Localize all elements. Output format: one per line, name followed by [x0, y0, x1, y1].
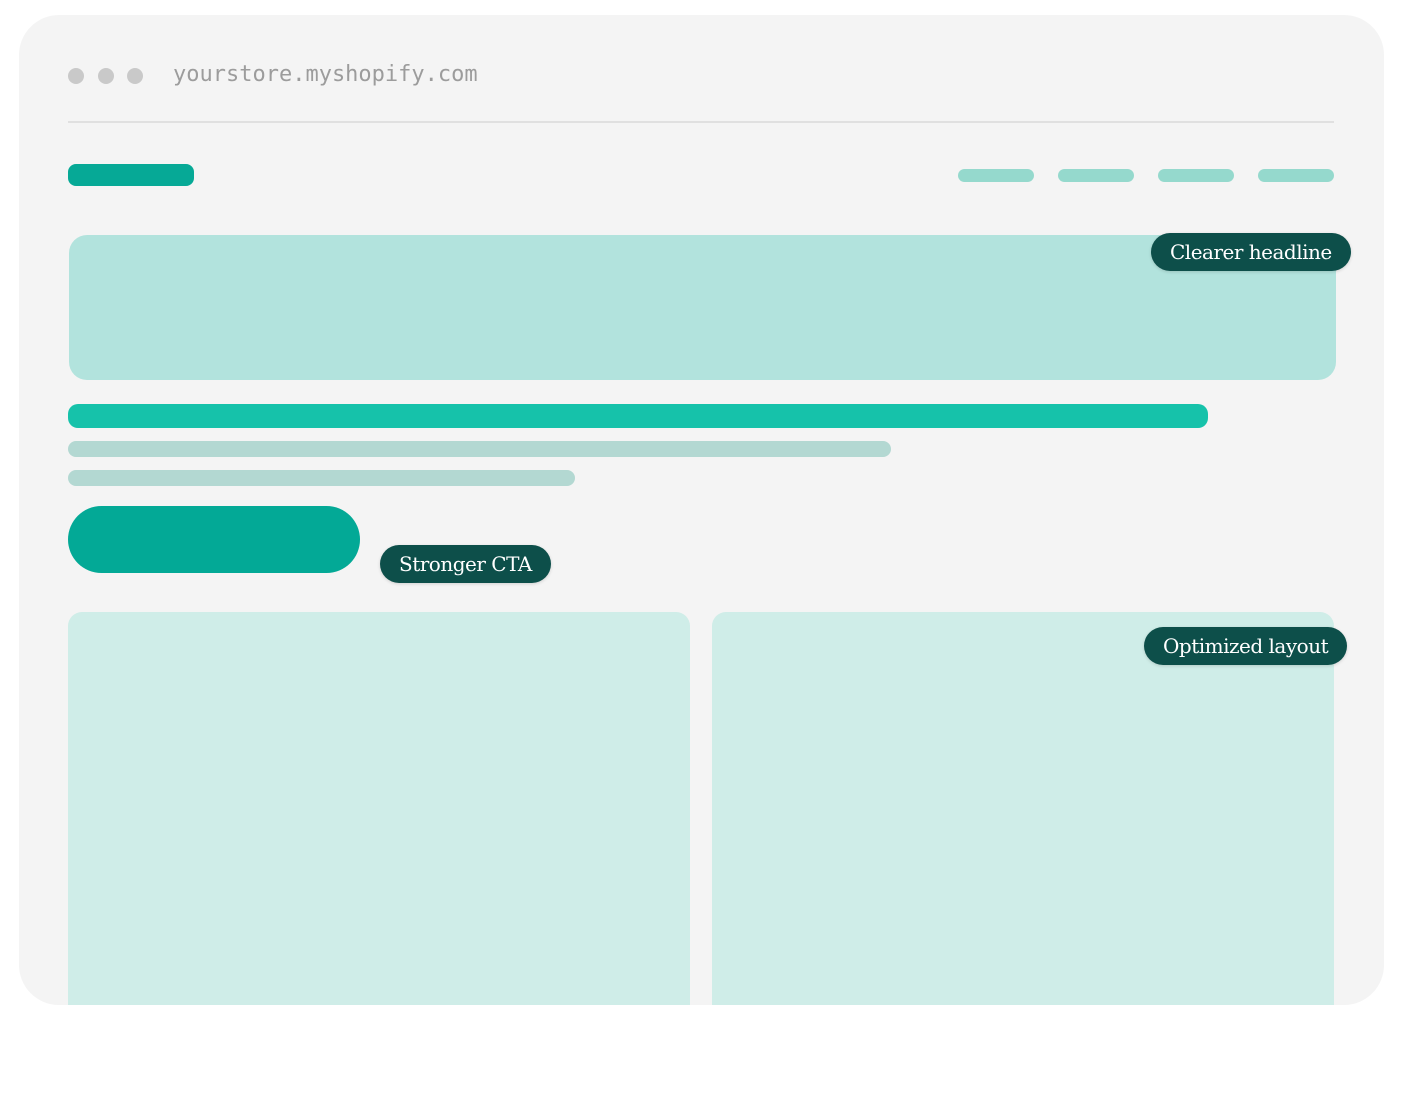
hero-banner-placeholder [69, 235, 1336, 380]
stronger-cta-tag: Stronger CTA [380, 545, 551, 583]
product-card-placeholder-right[interactable] [712, 612, 1334, 1005]
address-bar-url[interactable]: yourstore.myshopify.com [173, 59, 478, 91]
window-minimize-dot[interactable] [98, 68, 114, 84]
address-bar-divider [68, 121, 1334, 123]
body-text-placeholder-2 [68, 470, 575, 486]
store-logo-placeholder[interactable] [68, 164, 194, 186]
cta-button-placeholder[interactable] [68, 506, 360, 573]
nav-link-placeholder-1[interactable] [958, 169, 1034, 182]
browser-window: yourstore.myshopify.com Clearer headline… [19, 15, 1384, 1005]
headline-placeholder [68, 404, 1208, 428]
product-card-placeholder-left[interactable] [68, 612, 690, 1005]
optimized-layout-tag: Optimized layout [1144, 627, 1348, 665]
nav-link-placeholder-4[interactable] [1258, 169, 1334, 182]
window-maximize-dot[interactable] [127, 68, 143, 84]
window-close-dot[interactable] [68, 68, 84, 84]
body-text-placeholder-1 [68, 441, 891, 457]
nav-link-placeholder-2[interactable] [1058, 169, 1134, 182]
clearer-headline-tag: Clearer headline [1151, 233, 1351, 271]
nav-link-placeholder-3[interactable] [1158, 169, 1234, 182]
